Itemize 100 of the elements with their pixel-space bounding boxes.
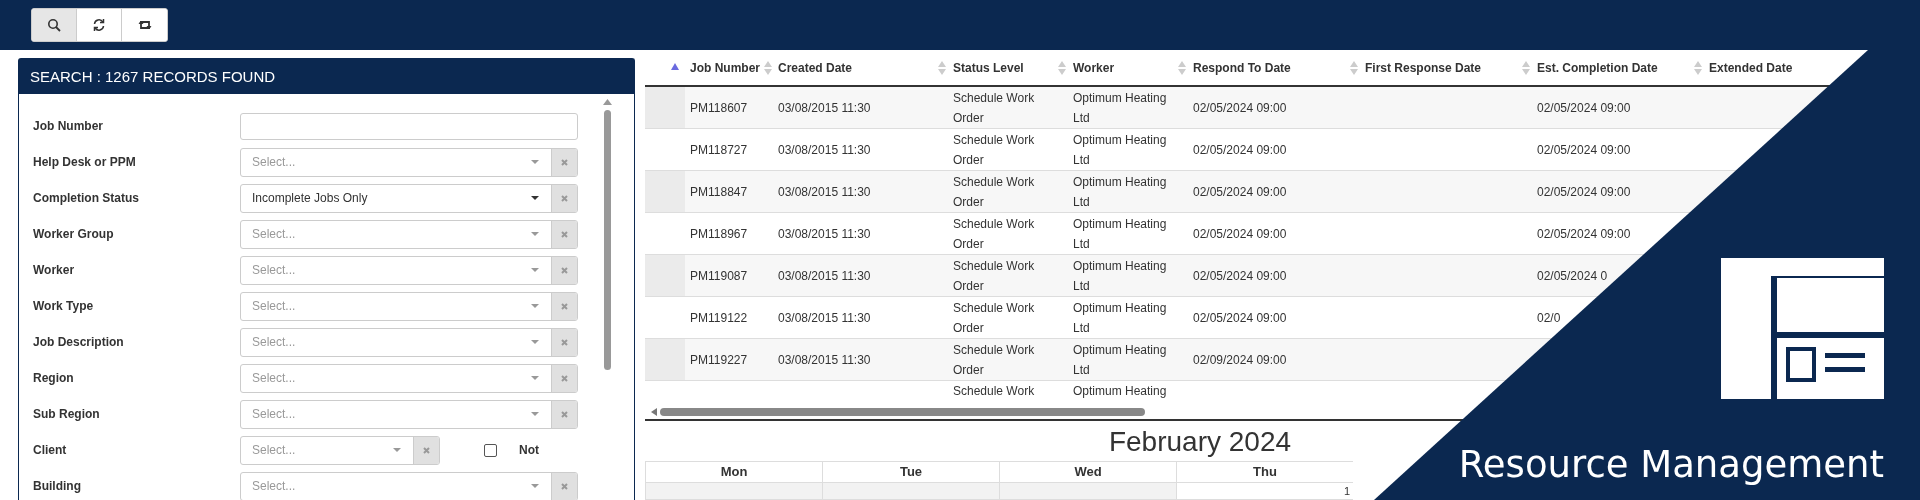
sort-icon[interactable] xyxy=(1522,59,1530,76)
table-cell-text: 02/05/2024 09:00 xyxy=(1193,309,1287,327)
caret-icon xyxy=(393,448,401,452)
row-selector[interactable] xyxy=(645,171,685,212)
repeat-icon xyxy=(137,18,152,32)
sort-icon[interactable] xyxy=(764,59,772,76)
clear-button[interactable] xyxy=(551,148,577,176)
calendar-day-cell[interactable] xyxy=(999,483,1176,500)
table-cell-text: Schedule Work xyxy=(953,383,1035,400)
day-number[interactable]: 1 xyxy=(1343,485,1350,497)
field-label: Job Description xyxy=(33,335,125,349)
calendar-day-cell[interactable] xyxy=(822,483,999,500)
field-label: Job Number xyxy=(33,119,104,133)
calendar-day-cell[interactable] xyxy=(645,483,822,500)
table-cell-text: 03/08/2015 11:30 xyxy=(778,267,871,285)
table-cell-text: PM118727 xyxy=(690,141,748,159)
clear-button[interactable] xyxy=(551,328,577,356)
table-cell-text: Schedule Work Order xyxy=(953,131,1036,169)
field-label: Worker xyxy=(33,263,76,277)
clear-button[interactable] xyxy=(551,400,577,428)
clear-icon xyxy=(560,301,569,311)
table-cell-text: 03/08/2015 11:30 xyxy=(778,99,871,117)
search-icon xyxy=(47,18,61,32)
table-cell-text: PM119227 xyxy=(690,351,748,369)
caret-icon xyxy=(531,232,539,236)
table-cell-text: 02/05/2024 09:00 xyxy=(1537,99,1631,117)
select-field[interactable]: Incomplete Jobs Only xyxy=(240,183,578,213)
table-cell-text: 02/05/2024 09:00 xyxy=(1537,183,1631,201)
table-cell-text: Schedule Work Order xyxy=(953,173,1036,211)
sort-icon[interactable] xyxy=(938,59,946,76)
clear-button[interactable] xyxy=(551,472,577,500)
clear-button[interactable] xyxy=(551,220,577,248)
field-label: Region xyxy=(33,371,75,385)
scroll-left-icon[interactable] xyxy=(651,408,657,416)
table-cell-text: PM119087 xyxy=(690,267,748,285)
column-header[interactable]: Created Date xyxy=(778,60,853,75)
table-cell-text: 02/09/2024 09:00 xyxy=(1193,351,1287,369)
table-cell-text: 02/05/2024 0 xyxy=(1537,267,1608,285)
table-cell-text: Schedule Work Order xyxy=(953,215,1036,253)
column-header[interactable]: First Response Date xyxy=(1365,60,1482,75)
checkbox[interactable] xyxy=(484,443,497,457)
column-header[interactable]: Extended Date xyxy=(1709,60,1793,75)
clear-button[interactable] xyxy=(551,256,577,284)
sort-icon[interactable] xyxy=(1058,59,1066,76)
clear-icon xyxy=(560,229,569,239)
column-header[interactable]: Status Level xyxy=(953,60,1024,75)
table-cell-text: 02/05/2024 09:00 xyxy=(1193,99,1287,117)
table-cell-text: 02/05/2024 09:00 xyxy=(1193,183,1287,201)
clear-button[interactable] xyxy=(413,436,439,464)
row-selector[interactable] xyxy=(645,87,685,128)
column-header[interactable]: Est. Completion Date xyxy=(1537,60,1658,75)
clear-icon xyxy=(560,337,569,347)
table-cell-text: Optimum Heating Ltd xyxy=(1073,341,1168,379)
caret-icon xyxy=(531,160,539,164)
calendar-title: February 2024 xyxy=(1108,426,1292,457)
clear-icon xyxy=(560,265,569,275)
banner-title: Resource Management xyxy=(1458,443,1884,486)
row-selector[interactable] xyxy=(645,339,685,380)
column-header[interactable]: Job Number xyxy=(690,60,760,75)
column-header[interactable]: Respond To Date xyxy=(1193,60,1291,75)
table-cell-text: PM118967 xyxy=(690,225,748,243)
weekday-header: Mon xyxy=(645,461,822,483)
row-selector[interactable] xyxy=(645,255,685,296)
clear-button[interactable] xyxy=(551,292,577,320)
clear-button[interactable] xyxy=(551,364,577,392)
sort-icon[interactable] xyxy=(1178,59,1186,76)
table-cell-text: Schedule Work Order xyxy=(953,341,1036,379)
clear-icon xyxy=(560,481,569,491)
clear-icon xyxy=(560,157,569,167)
field-label: Sub Region xyxy=(33,407,101,421)
table-cell-text: Schedule Work Order xyxy=(953,299,1036,337)
weekday-header: Wed xyxy=(999,461,1176,483)
table-cell-text: 02/05/2024 09:00 xyxy=(1193,225,1287,243)
clear-icon xyxy=(560,193,569,203)
field-label: Work Type xyxy=(33,299,95,313)
table-cell-text: 02/05/2024 09:00 xyxy=(1193,267,1287,285)
search-button[interactable] xyxy=(32,9,77,41)
caret-icon xyxy=(531,196,539,200)
input-field[interactable] xyxy=(240,112,578,140)
table-cell-text: 03/08/2015 11:30 xyxy=(778,141,871,159)
sort-icon[interactable] xyxy=(1350,59,1358,76)
caret-icon xyxy=(531,376,539,380)
clear-button[interactable] xyxy=(551,184,577,212)
caret-icon xyxy=(531,484,539,488)
sort-icon[interactable] xyxy=(1694,59,1702,76)
field-label: Building xyxy=(33,479,82,493)
table-cell-text: Optimum Heating Ltd xyxy=(1073,299,1168,337)
scrollbar-thumb[interactable] xyxy=(660,408,1145,416)
column-header[interactable]: Worker xyxy=(1073,60,1115,75)
table-cell-text: 02/05/2024 09:00 xyxy=(1193,141,1287,159)
caret-icon xyxy=(531,268,539,272)
table-cell-text: Optimum Heating xyxy=(1073,383,1167,400)
weekday-header: Thu xyxy=(1176,461,1353,483)
scrollbar-thumb[interactable] xyxy=(604,110,611,370)
panel-title: SEARCH : 1267 RECORDS FOUND xyxy=(19,59,634,94)
caret-icon xyxy=(531,412,539,416)
table-cell-text: PM119122 xyxy=(690,309,748,327)
table-cell-text: Schedule Work Order xyxy=(953,257,1036,295)
table-cell-text: 03/08/2015 11:30 xyxy=(778,351,871,369)
scroll-up-icon[interactable] xyxy=(603,99,612,105)
